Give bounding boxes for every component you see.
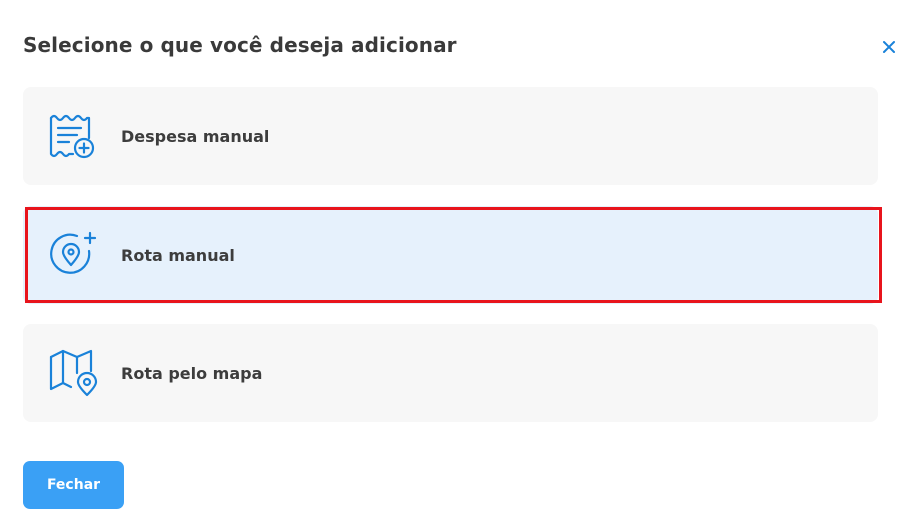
option-label: Rota pelo mapa: [121, 363, 263, 383]
option-rota-pelo-mapa[interactable]: Rota pelo mapa: [23, 324, 878, 422]
option-label: Despesa manual: [121, 126, 270, 146]
receipt-add-icon: [47, 110, 99, 162]
close-button[interactable]: [878, 37, 900, 59]
location-add-icon: [47, 229, 99, 281]
map-pin-icon: [47, 347, 99, 399]
option-rota-manual[interactable]: Rota manual: [23, 206, 878, 304]
option-label: Rota manual: [121, 245, 235, 265]
add-dialog: Selecione o que você deseja adicionar De…: [0, 0, 914, 528]
close-dialog-button[interactable]: Fechar: [23, 461, 124, 509]
option-despesa-manual[interactable]: Despesa manual: [23, 87, 878, 185]
dialog-title: Selecione o que você deseja adicionar: [23, 33, 457, 57]
close-icon: [882, 39, 896, 58]
